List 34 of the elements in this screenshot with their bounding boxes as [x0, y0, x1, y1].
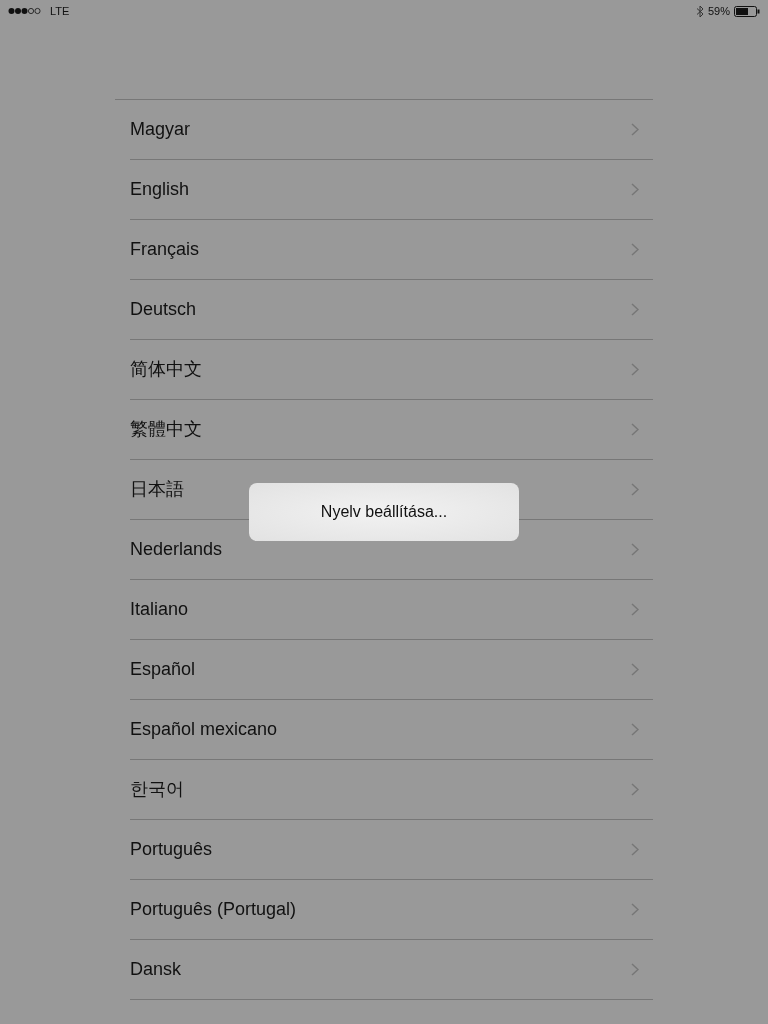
language-row[interactable]: Español mexicano	[130, 700, 653, 760]
chevron-icon	[631, 543, 639, 556]
alert-message: Nyelv beállítása...	[320, 502, 448, 522]
language-row[interactable]: 简体中文	[130, 340, 653, 400]
language-row[interactable]: English	[130, 160, 653, 220]
chevron-icon	[631, 603, 639, 616]
chevron-icon	[631, 843, 639, 856]
chevron-icon	[631, 303, 639, 316]
language-row[interactable]: Português	[130, 820, 653, 880]
language-row[interactable]: Dansk	[130, 940, 653, 1000]
language-row[interactable]: Italiano	[130, 580, 653, 640]
language-row[interactable]: Français	[130, 220, 653, 280]
chevron-icon	[631, 423, 639, 436]
signal-icon	[8, 7, 42, 15]
chevron-icon	[631, 183, 639, 196]
language-row[interactable]: Magyar	[130, 100, 653, 160]
language-row[interactable]: 한국어	[130, 760, 653, 820]
language-row[interactable]: Español	[130, 640, 653, 700]
battery-icon	[734, 5, 760, 17]
bluetooth-icon	[695, 4, 704, 18]
language-row[interactable]: 繁體中文	[130, 400, 653, 460]
carrier-label: LTE	[50, 3, 70, 19]
chevron-icon	[631, 243, 639, 256]
battery-percent: 59%	[707, 3, 730, 19]
chevron-icon	[631, 483, 639, 496]
chevron-icon	[631, 963, 639, 976]
language-row[interactable]: Deutsch	[130, 280, 653, 340]
chevron-icon	[631, 903, 639, 916]
chevron-icon	[631, 663, 639, 676]
chevron-icon	[631, 723, 639, 736]
chevron-icon	[631, 783, 639, 796]
chevron-icon	[631, 123, 639, 136]
chevron-icon	[631, 363, 639, 376]
language-row[interactable]: Português (Portugal)	[130, 880, 653, 940]
